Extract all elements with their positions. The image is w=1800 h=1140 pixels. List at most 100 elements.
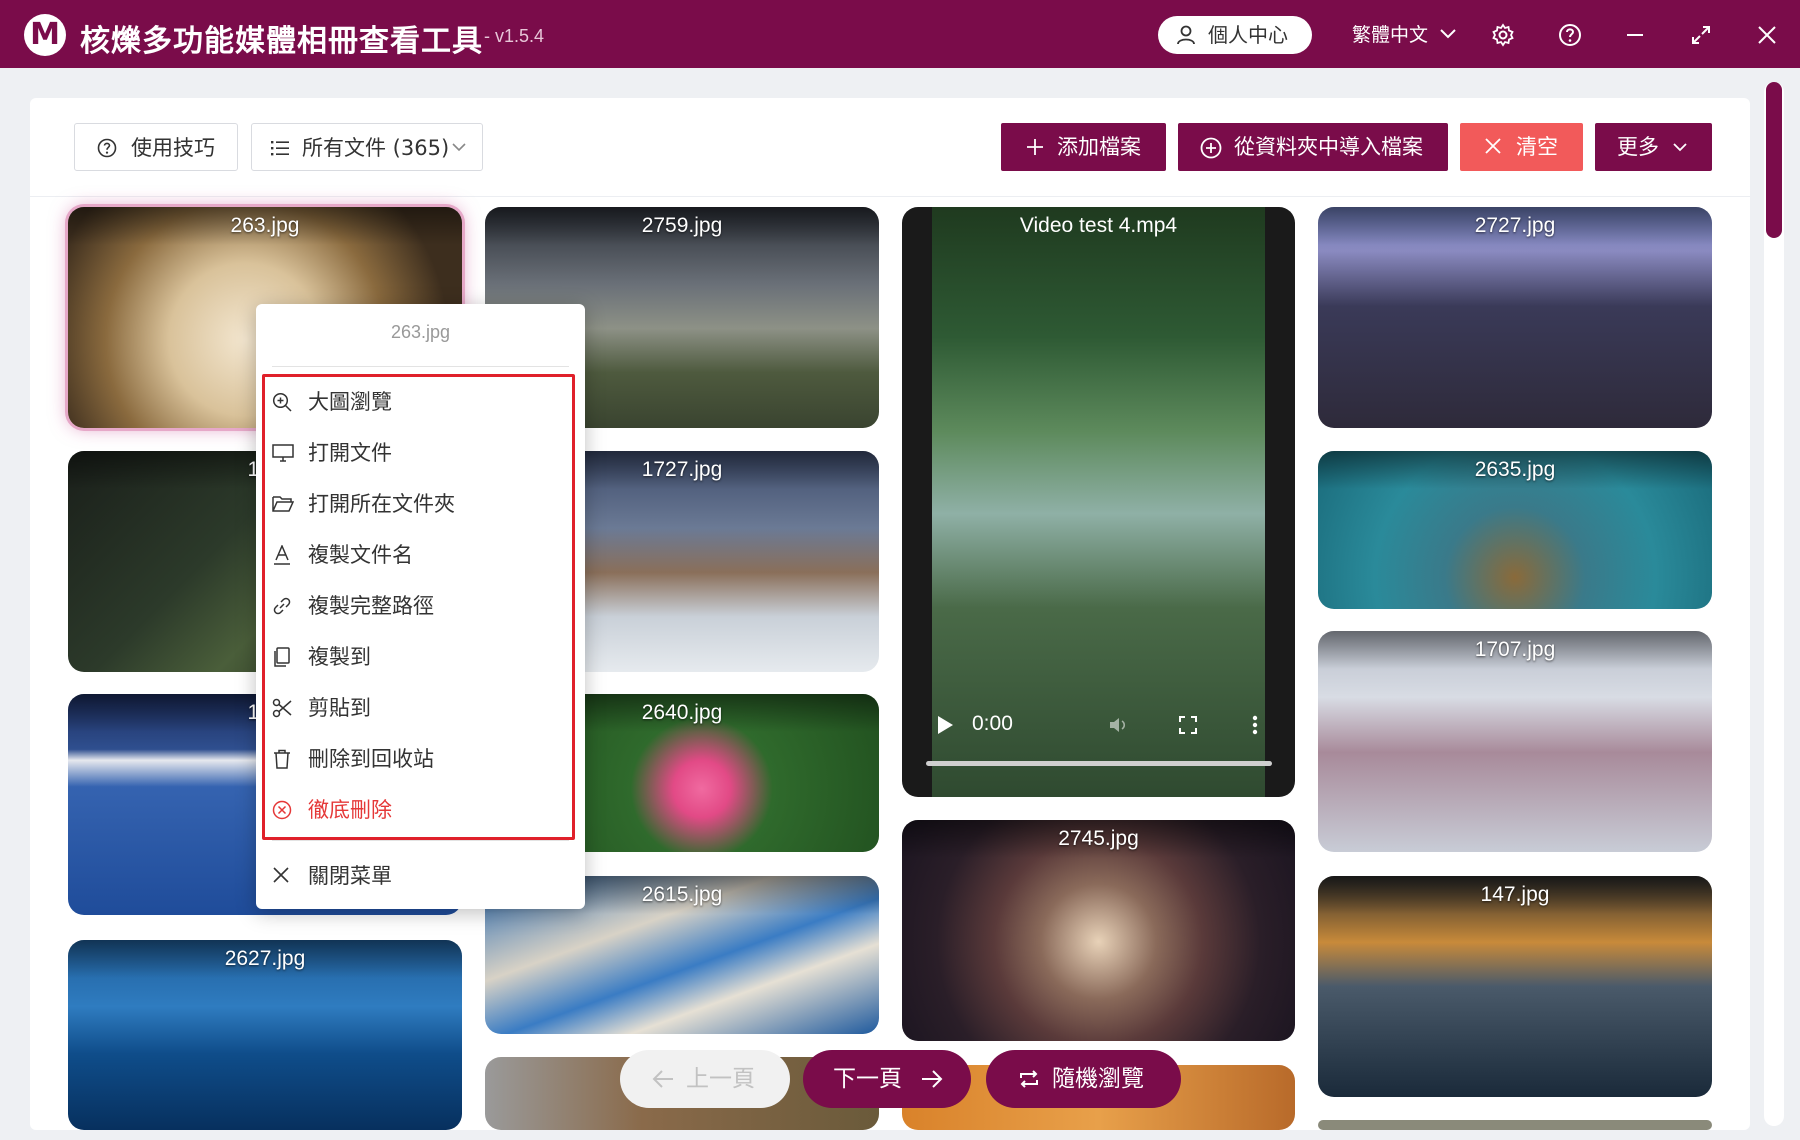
question-circle-icon: [97, 138, 117, 158]
close-icon: [1758, 26, 1776, 44]
play-icon: [938, 716, 953, 734]
list-icon: [271, 141, 289, 156]
menu-item-copy-filename[interactable]: 複製文件名: [272, 535, 562, 575]
question-circle-icon: [1559, 24, 1581, 46]
help-button[interactable]: [1555, 20, 1585, 50]
plus-circle-icon: [1200, 137, 1222, 159]
plus-icon: [1027, 139, 1043, 155]
thumbnail-filename: 2727.jpg: [1318, 207, 1712, 245]
close-button[interactable]: [1752, 20, 1782, 50]
thumbnail-2745[interactable]: 2745.jpg: [902, 820, 1295, 1041]
link-icon: [273, 597, 291, 615]
menu-item-open-folder[interactable]: 打開所在文件夾: [272, 484, 562, 524]
add-files-button[interactable]: 添加檔案: [1001, 123, 1166, 171]
maximize-button[interactable]: [1686, 20, 1716, 50]
repeat-icon: [1020, 1070, 1038, 1088]
tips-label: 使用技巧: [131, 136, 215, 160]
video-player[interactable]: Video test 4.mp4 0:00: [902, 207, 1295, 797]
thumbnail-filename: 147.jpg: [1318, 876, 1712, 914]
menu-item-label: 大圖瀏覽: [308, 390, 392, 414]
zoom-in-icon: [272, 392, 292, 412]
menu-item-label: 剪貼到: [308, 696, 371, 720]
more-vertical-icon: [1252, 715, 1258, 735]
file-filter-label: 所有文件 (365): [302, 136, 450, 160]
thumbnail-partial[interactable]: [1318, 1120, 1712, 1130]
prev-page-button[interactable]: 上一頁: [620, 1050, 790, 1108]
thumbnail-filename: 1707.jpg: [1318, 631, 1712, 669]
next-page-button[interactable]: 下一頁: [803, 1050, 971, 1108]
prev-page-label: 上一頁: [686, 1066, 755, 1092]
thumbnail-filename: 2635.jpg: [1318, 451, 1712, 489]
menu-item-label: 打開所在文件夾: [308, 492, 455, 516]
video-progress-bar[interactable]: [926, 761, 1272, 766]
minimize-button[interactable]: [1620, 20, 1650, 50]
menu-item-label: 打開文件: [308, 441, 392, 465]
next-page-label: 下一頁: [833, 1066, 902, 1092]
thumbnail-filename: 2627.jpg: [68, 940, 462, 978]
scrollbar[interactable]: [1764, 82, 1784, 1126]
close-icon: [273, 867, 289, 883]
settings-button[interactable]: [1488, 20, 1518, 50]
thumbnail-2727[interactable]: 2727.jpg: [1318, 207, 1712, 428]
menu-item-close[interactable]: 關閉菜單: [272, 856, 562, 896]
text-a-icon: [274, 545, 290, 565]
menu-item-label: 複製到: [308, 645, 371, 669]
file-filter-select[interactable]: 所有文件 (365): [251, 123, 483, 171]
menu-item-open-file[interactable]: 打開文件: [272, 433, 562, 473]
thumbnail-1707[interactable]: 1707.jpg: [1318, 631, 1712, 852]
thumbnail-2635[interactable]: 2635.jpg: [1318, 451, 1712, 609]
fullscreen-icon: [1179, 716, 1197, 734]
scissors-icon: [272, 698, 292, 718]
menu-item-recycle[interactable]: 刪除到回收站: [272, 739, 562, 779]
thumbnail-filename: 2759.jpg: [485, 207, 879, 245]
arrow-left-icon: [652, 1070, 673, 1088]
folder-open-icon: [272, 496, 294, 512]
user-center-label: 個人中心: [1208, 23, 1288, 47]
import-folder-button[interactable]: 從資料夾中導入檔案: [1178, 123, 1448, 171]
copy-icon: [274, 647, 290, 667]
app-version: - v1.5.4: [484, 26, 545, 46]
menu-item-label: 關閉菜單: [308, 864, 392, 888]
language-label: 繁體中文: [1352, 24, 1429, 46]
more-label: 更多: [1617, 135, 1659, 159]
arrow-right-icon: [922, 1070, 943, 1088]
volume-button[interactable]: [1108, 715, 1130, 740]
trash-icon: [274, 749, 290, 769]
play-button[interactable]: [936, 715, 954, 740]
menu-item-cut-to[interactable]: 剪貼到: [272, 688, 562, 728]
volume-icon: [1110, 718, 1126, 732]
title-bar: M 核爍多功能媒體相冊查看工具 - v1.5.4 個人中心 繁體中文: [0, 0, 1800, 68]
close-icon: [1485, 138, 1501, 154]
chevron-down-icon: [1440, 29, 1456, 39]
scrollbar-thumb[interactable]: [1766, 82, 1782, 238]
language-select[interactable]: 繁體中文: [1352, 20, 1456, 47]
context-menu-divider: [272, 366, 569, 367]
random-browse-button[interactable]: 隨機瀏覽: [986, 1050, 1181, 1108]
tips-button[interactable]: 使用技巧: [74, 123, 238, 171]
app-title: 核爍多功能媒體相冊查看工具: [80, 24, 483, 59]
clear-button[interactable]: 清空: [1460, 123, 1583, 171]
video-menu-button[interactable]: [1252, 715, 1258, 740]
menu-item-copy-path[interactable]: 複製完整路徑: [272, 586, 562, 626]
context-menu-title: 263.jpg: [390, 322, 451, 342]
random-browse-label: 隨機瀏覽: [1052, 1066, 1144, 1092]
fullscreen-button[interactable]: [1178, 715, 1198, 740]
thumbnail-2627[interactable]: 2627.jpg: [68, 940, 462, 1130]
menu-item-delete-permanently[interactable]: 徹底刪除: [272, 790, 562, 830]
user-center-button[interactable]: 個人中心: [1158, 16, 1312, 54]
video-time: 0:00: [972, 712, 1013, 735]
menu-item-label: 刪除到回收站: [308, 747, 434, 771]
menu-item-copy-to[interactable]: 複製到: [272, 637, 562, 677]
close-circle-icon: [272, 800, 292, 820]
import-folder-label: 從資料夾中導入檔案: [1234, 135, 1423, 159]
video-filename: Video test 4.mp4: [1019, 214, 1178, 237]
menu-item-preview[interactable]: 大圖瀏覽: [272, 382, 562, 422]
thumbnail-filename: 263.jpg: [68, 207, 462, 245]
context-menu: 263.jpg 大圖瀏覽 打開文件 打開所在文件夾 複製文件名 複製完整路徑 複…: [256, 304, 585, 909]
thumbnail-filename: 2745.jpg: [902, 820, 1295, 858]
app-logo: M: [24, 14, 66, 56]
menu-item-label: 複製完整路徑: [308, 594, 434, 618]
thumbnail-147[interactable]: 147.jpg: [1318, 876, 1712, 1097]
expand-icon: [1692, 26, 1710, 44]
more-button[interactable]: 更多: [1595, 123, 1712, 171]
